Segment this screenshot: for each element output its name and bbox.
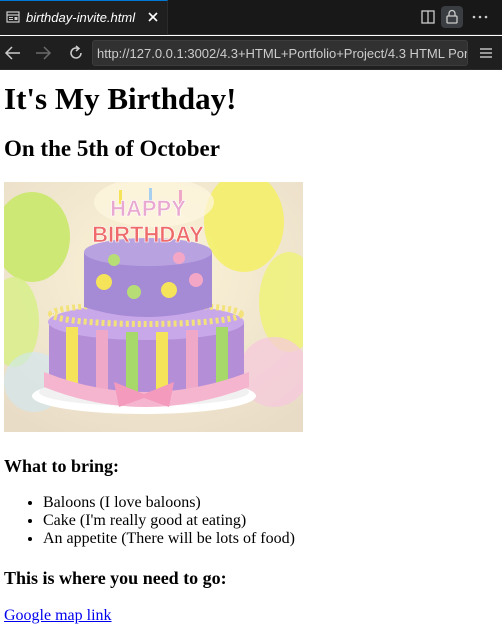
forward-icon[interactable]	[33, 43, 53, 63]
close-icon[interactable]	[145, 9, 161, 25]
lock-icon[interactable]	[441, 6, 463, 28]
birthday-cake-image: HAPPY BIRTHDAY	[4, 182, 303, 432]
svg-text:BIRTHDAY: BIRTHDAY	[92, 222, 204, 247]
preview-icon	[6, 11, 20, 23]
menu-icon[interactable]	[476, 43, 496, 63]
tab-bar: birthday-invite.html	[0, 0, 502, 35]
tab-title: birthday-invite.html	[26, 10, 136, 25]
bring-list: Baloons (I love baloons) Cake (I'm reall…	[4, 494, 502, 548]
what-to-bring-heading: What to bring:	[4, 456, 120, 476]
page-content: It's My Birthday! On the 5th of October	[0, 71, 502, 625]
list-item: Baloons (I love baloons)	[43, 494, 502, 512]
address-url: http://127.0.0.1:3002/4.3+HTML+Portfolio…	[97, 46, 468, 61]
list-item: Cake (I'm really good at eating)	[43, 512, 502, 530]
address-bar[interactable]: http://127.0.0.1:3002/4.3+HTML+Portfolio…	[92, 40, 468, 66]
page-title: It's My Birthday!	[4, 81, 237, 116]
location-heading: This is where you need to go:	[4, 568, 227, 588]
event-date: On the 5th of October	[4, 136, 220, 161]
back-icon[interactable]	[3, 43, 23, 63]
svg-text:HAPPY: HAPPY	[110, 196, 186, 221]
list-item: An appetite (There will be lots of food)	[43, 530, 502, 548]
tab-birthday-invite[interactable]: birthday-invite.html	[0, 0, 168, 35]
google-map-link[interactable]: Google map link	[4, 607, 112, 625]
reload-icon[interactable]	[66, 43, 86, 63]
split-editor-icon[interactable]	[417, 6, 439, 28]
navigation-bar: http://127.0.0.1:3002/4.3+HTML+Portfolio…	[0, 36, 502, 70]
more-actions-icon[interactable]	[469, 6, 491, 28]
